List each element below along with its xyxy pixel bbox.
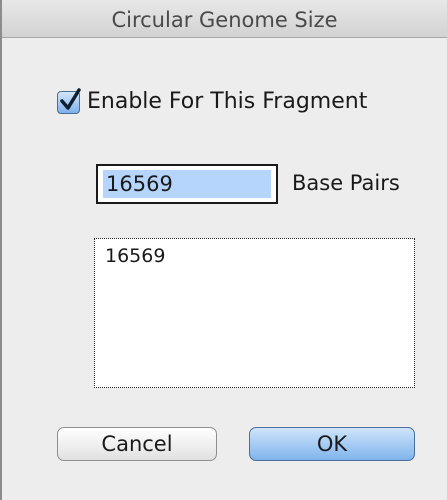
window-title: Circular Genome Size — [111, 8, 338, 32]
size-list-box[interactable]: 16569 — [94, 238, 415, 388]
base-pairs-label: Base Pairs — [292, 171, 400, 195]
checkmark-icon — [60, 88, 81, 110]
list-item[interactable]: 16569 — [105, 245, 165, 267]
circular-genome-size-dialog: Circular Genome Size Enable For This Fra… — [0, 0, 447, 500]
title-bar[interactable]: Circular Genome Size — [2, 0, 447, 38]
enable-fragment-checkbox[interactable] — [57, 88, 81, 114]
ok-button[interactable]: OK — [249, 427, 415, 461]
genome-size-value: 16569 — [106, 172, 173, 196]
enable-fragment-label[interactable]: Enable For This Fragment — [87, 89, 367, 114]
genome-size-input[interactable]: 16569 — [96, 164, 278, 204]
cancel-button[interactable]: Cancel — [57, 427, 217, 461]
